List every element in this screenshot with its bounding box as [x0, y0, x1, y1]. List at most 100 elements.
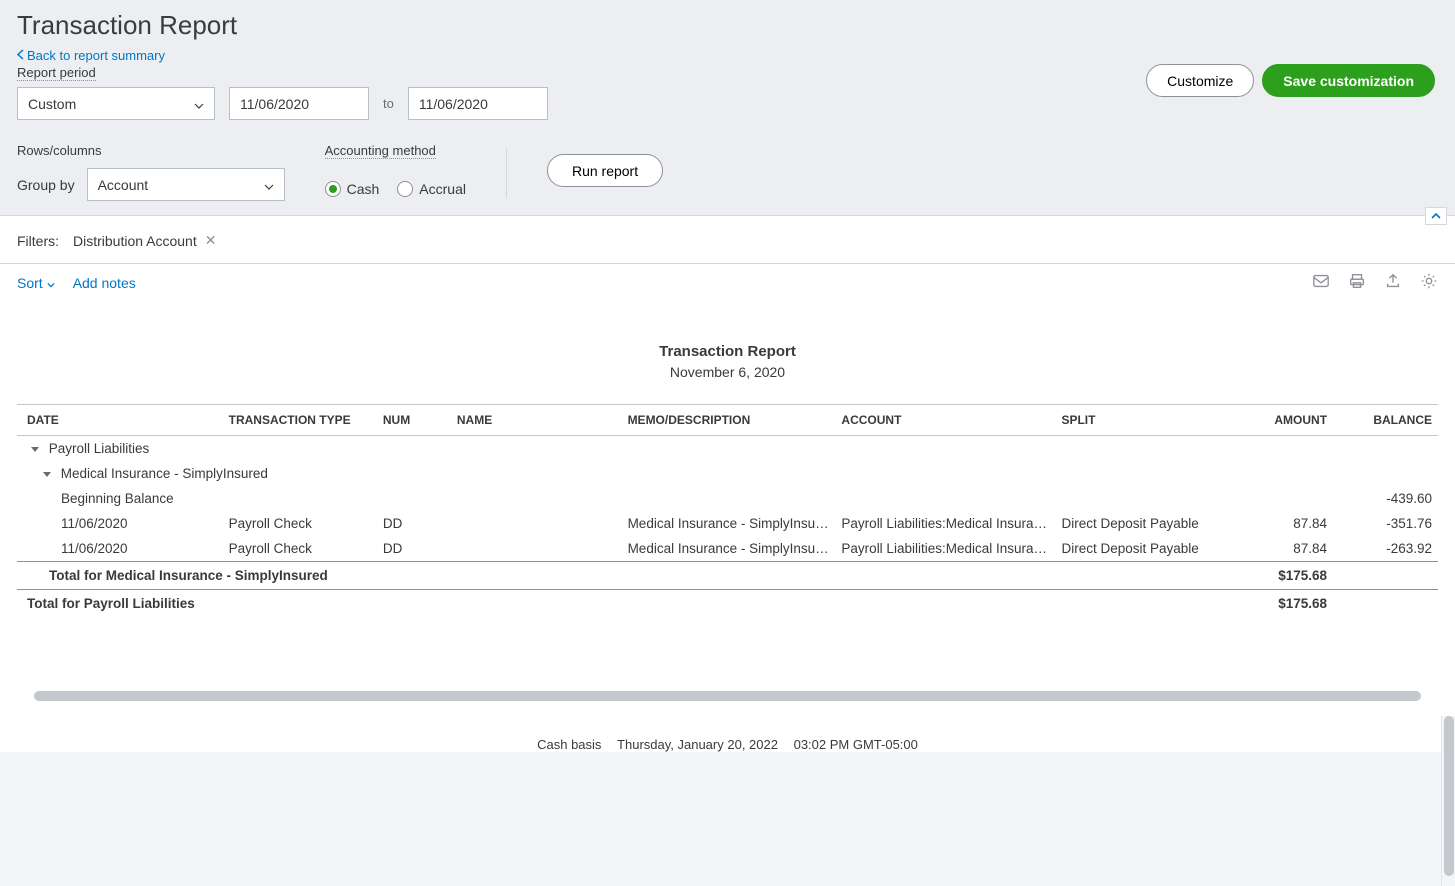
email-icon[interactable] [1312, 272, 1330, 293]
period-preset-value: Custom [28, 96, 76, 112]
col-balance[interactable]: BALANCE [1333, 405, 1438, 436]
sort-dropdown[interactable]: Sort [17, 275, 55, 291]
table-row[interactable]: 11/06/2020 Payroll Check DD Medical Insu… [17, 536, 1438, 562]
cell-balance: -263.92 [1333, 536, 1438, 562]
cell-split: Direct Deposit Payable [1055, 536, 1234, 562]
page-title: Transaction Report [17, 10, 1438, 41]
chevron-down-icon [47, 275, 55, 291]
from-date-input[interactable]: 11/06/2020 [229, 87, 369, 120]
save-customization-button[interactable]: Save customization [1262, 64, 1435, 97]
footer-date: Thursday, January 20, 2022 [617, 737, 778, 752]
cell-split: Direct Deposit Payable [1055, 511, 1234, 536]
vertical-scrollbar[interactable] [1441, 716, 1455, 886]
cell-amount: 87.84 [1234, 511, 1333, 536]
chevron-down-icon [264, 177, 274, 193]
filter-chip-distribution-account: Distribution Account ✕ [73, 232, 216, 249]
cell-name [451, 536, 622, 562]
cell-amount: 87.84 [1234, 536, 1333, 562]
caret-down-icon [31, 447, 39, 452]
col-split[interactable]: SPLIT [1055, 405, 1234, 436]
col-amount[interactable]: AMOUNT [1234, 405, 1333, 436]
gear-icon[interactable] [1420, 272, 1438, 293]
print-icon[interactable] [1348, 272, 1366, 293]
remove-filter-icon[interactable]: ✕ [205, 232, 217, 249]
col-memo[interactable]: MEMO/DESCRIPTION [622, 405, 836, 436]
radio-dot-icon [397, 181, 413, 197]
group-label: Payroll Liabilities [49, 441, 150, 456]
filter-chip-label: Distribution Account [73, 233, 197, 249]
sort-label: Sort [17, 275, 43, 291]
cell-account: Payroll Liabilities:Medical Insura… [835, 536, 1055, 562]
back-to-summary-link[interactable]: Back to report summary [17, 48, 165, 63]
footer-basis: Cash basis [537, 737, 601, 752]
total-row-payroll-liabilities: Total for Payroll Liabilities $175.68 [17, 590, 1438, 618]
add-notes-link[interactable]: Add notes [73, 275, 136, 291]
report-footer-line: Cash basis Thursday, January 20, 2022 03… [0, 737, 1455, 752]
to-date-value: 11/06/2020 [419, 96, 488, 112]
report-table: DATE TRANSACTION TYPE NUM NAME MEMO/DESC… [17, 404, 1438, 617]
secondary-filter-row: Rows/columns Group by Account Accounting… [17, 142, 1438, 201]
cash-radio[interactable]: Cash [325, 181, 380, 197]
collapse-header-toggle[interactable] [1425, 207, 1447, 225]
export-icon[interactable] [1384, 272, 1402, 293]
table-row[interactable]: 11/06/2020 Payroll Check DD Medical Insu… [17, 511, 1438, 536]
chevron-left-icon [17, 48, 24, 63]
col-num[interactable]: NUM [377, 405, 451, 436]
col-account[interactable]: ACCOUNT [835, 405, 1055, 436]
col-date[interactable]: DATE [17, 405, 223, 436]
accounting-method-label: Accounting method [325, 143, 436, 159]
beginning-balance-value: -439.60 [1333, 486, 1438, 511]
beginning-balance-row: Beginning Balance -439.60 [17, 486, 1438, 511]
report-toolbar: Sort Add notes [0, 263, 1455, 303]
col-name[interactable]: NAME [451, 405, 622, 436]
beginning-balance-label: Beginning Balance [17, 486, 1333, 511]
total-label: Total for Payroll Liabilities [17, 590, 1234, 618]
cell-date: 11/06/2020 [17, 536, 223, 562]
group-by-value: Account [98, 177, 149, 193]
filters-label: Filters: [17, 233, 59, 249]
group-by-select[interactable]: Account [87, 168, 285, 201]
report-title: Transaction Report [17, 343, 1438, 360]
cell-num: DD [377, 511, 451, 536]
horizontal-scrollbar[interactable] [34, 691, 1421, 701]
accrual-radio[interactable]: Accrual [397, 181, 466, 197]
total-amount: $175.68 [1234, 562, 1333, 590]
group-row-medical-insurance[interactable]: Medical Insurance - SimplyInsured [17, 461, 1438, 486]
to-date-input[interactable]: 11/06/2020 [408, 87, 548, 120]
total-amount: $175.68 [1234, 590, 1333, 618]
accrual-radio-label: Accrual [419, 181, 466, 197]
active-filters-line: Filters: Distribution Account ✕ [0, 216, 1455, 255]
header-actions: Customize Save customization [1146, 64, 1435, 97]
chevron-down-icon [194, 96, 204, 112]
run-report-button[interactable]: Run report [547, 154, 663, 187]
radio-dot-icon [325, 181, 341, 197]
col-transaction-type[interactable]: TRANSACTION TYPE [223, 405, 377, 436]
cell-ttype: Payroll Check [223, 536, 377, 562]
footer-time: 03:02 PM GMT-05:00 [794, 737, 918, 752]
caret-down-icon [43, 472, 51, 477]
rows-columns-label: Rows/columns [17, 143, 102, 158]
report-table-wrap: DATE TRANSACTION TYPE NUM NAME MEMO/DESC… [17, 404, 1438, 617]
cash-radio-label: Cash [347, 181, 380, 197]
group-by-label: Group by [17, 177, 75, 193]
vertical-divider [506, 148, 507, 198]
report-period-label: Report period [17, 65, 96, 81]
cell-name [451, 511, 622, 536]
report-panel: Transaction Report November 6, 2020 DATE… [17, 303, 1438, 683]
total-label: Total for Medical Insurance - SimplyInsu… [17, 562, 1234, 590]
period-preset-select[interactable]: Custom [17, 87, 215, 120]
group-row-payroll-liabilities[interactable]: Payroll Liabilities [17, 436, 1438, 462]
customize-button[interactable]: Customize [1146, 64, 1254, 97]
accounting-method-block: Accounting method Cash Accrual [325, 142, 466, 197]
group-label: Medical Insurance - SimplyInsured [61, 466, 268, 481]
cell-num: DD [377, 536, 451, 562]
table-header-row: DATE TRANSACTION TYPE NUM NAME MEMO/DESC… [17, 405, 1438, 436]
cell-ttype: Payroll Check [223, 511, 377, 536]
rows-columns-block: Rows/columns Group by Account [17, 142, 285, 201]
back-link-label: Back to report summary [27, 48, 165, 63]
from-date-value: 11/06/2020 [240, 96, 309, 112]
cell-account: Payroll Liabilities:Medical Insura… [835, 511, 1055, 536]
cell-memo: Medical Insurance - SimplyInsured [622, 511, 836, 536]
report-header-strip: Transaction Report Back to report summar… [0, 0, 1455, 215]
to-label: to [383, 96, 394, 111]
